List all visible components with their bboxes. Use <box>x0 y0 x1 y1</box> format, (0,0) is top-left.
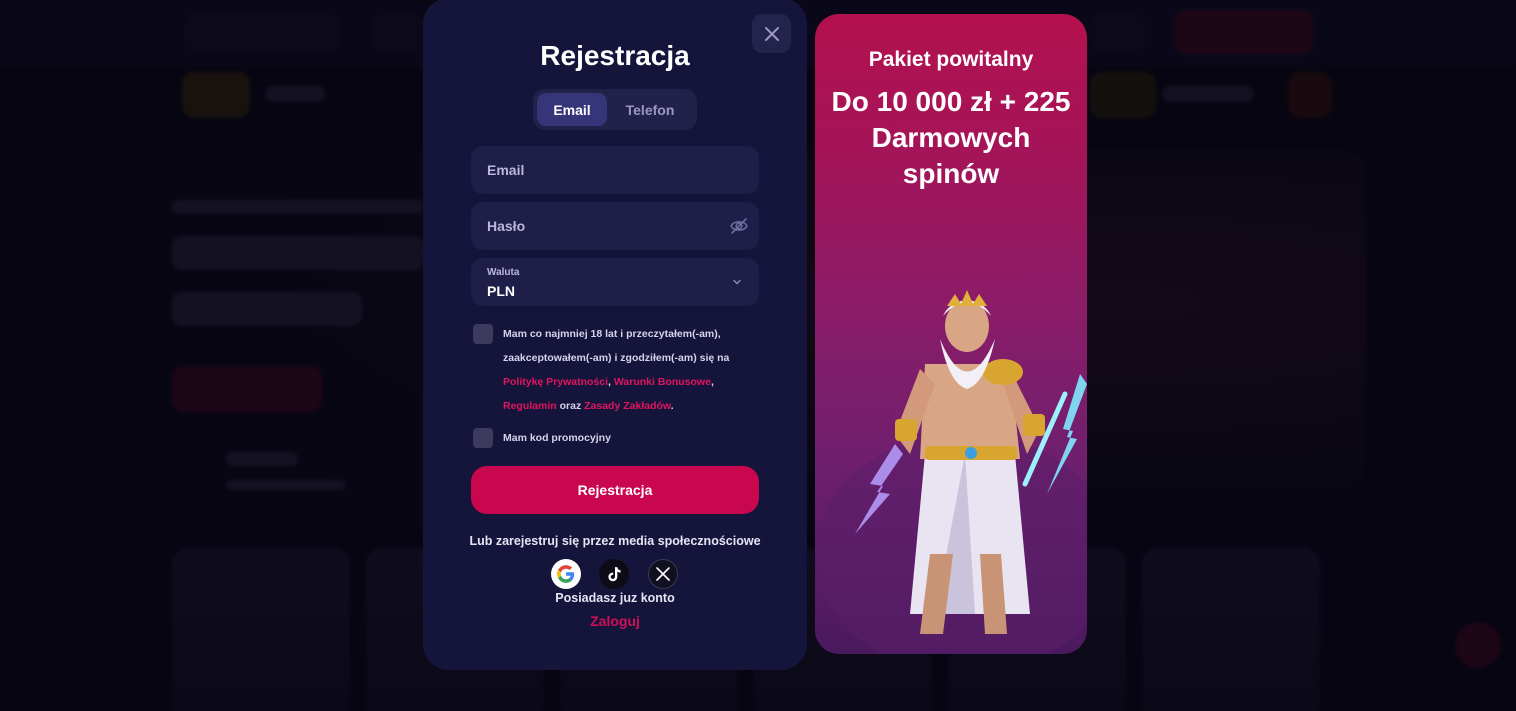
privacy-policy-link[interactable]: Politykę Prywatności <box>503 376 608 388</box>
login-link[interactable]: Zaloguj <box>423 613 807 629</box>
consent-text: Mam co najmniej 18 lat i przeczytałem(-a… <box>503 328 730 364</box>
x-signup-button[interactable] <box>648 559 678 589</box>
age-consent-text: Mam co najmniej 18 lat i przeczytałem(-a… <box>503 322 743 418</box>
have-account-text: Posiadasz juz konto <box>555 591 675 605</box>
email-field[interactable] <box>471 146 759 194</box>
consent-separator: , <box>710 376 714 388</box>
betting-rules-link[interactable]: Zasady Zakładów <box>584 400 671 412</box>
tab-telefon[interactable]: Telefon <box>607 93 693 126</box>
currency-value: PLN <box>487 283 515 299</box>
chevron-down-icon <box>733 279 741 285</box>
x-icon <box>656 567 670 581</box>
consent-and: oraz <box>559 400 582 412</box>
promo-code-checkbox[interactable] <box>473 428 493 448</box>
bonus-terms-link[interactable]: Warunki Bonusowe <box>614 376 711 388</box>
consent-end: . <box>670 400 674 412</box>
currency-label: Waluta <box>487 267 520 278</box>
eye-off-icon[interactable] <box>729 216 749 236</box>
age-consent-checkbox[interactable] <box>473 324 493 344</box>
tiktok-signup-button[interactable] <box>599 559 629 589</box>
zeus-illustration <box>815 290 1087 654</box>
google-icon <box>557 565 575 583</box>
welcome-bonus-panel: Pakiet powitalny Do 10 000 zł + 225 Darm… <box>815 14 1087 654</box>
google-signup-button[interactable] <box>551 559 581 589</box>
password-field[interactable] <box>471 202 759 250</box>
registration-method-tabs: Email Telefon <box>533 89 697 130</box>
consent-separator: , <box>608 376 611 388</box>
email-field-wrapper <box>471 146 759 194</box>
promo-code-label: Mam kod promocyjny <box>503 432 611 444</box>
promo-headline: Do 10 000 zł + 225 Darmowych spinów <box>831 86 1071 189</box>
currency-select[interactable]: Waluta PLN <box>471 258 759 306</box>
social-signup-text: Lub zarejestruj się przez media społeczn… <box>469 534 761 548</box>
password-field-wrapper <box>471 202 759 250</box>
modal-title: Rejestracja <box>540 40 690 71</box>
promo-subtitle: Pakiet powitalny <box>868 48 1034 71</box>
terms-link[interactable]: Regulamin <box>503 400 557 412</box>
tiktok-icon <box>608 567 621 582</box>
register-button[interactable]: Rejestracja <box>471 466 759 514</box>
tab-email[interactable]: Email <box>537 93 607 126</box>
